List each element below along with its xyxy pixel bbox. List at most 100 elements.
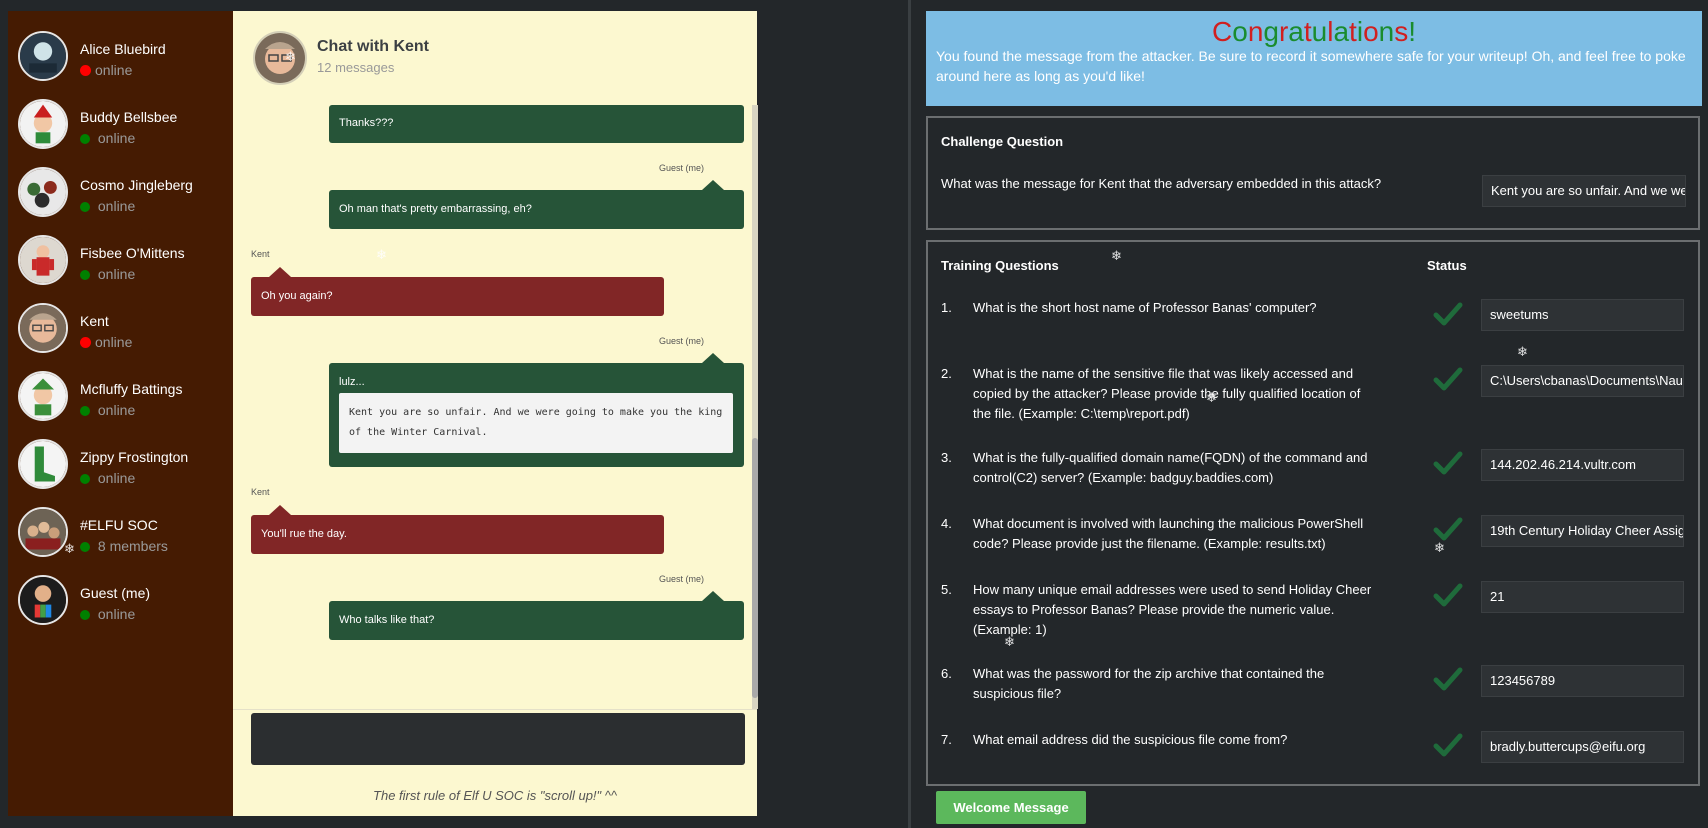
status-dot: [80, 474, 90, 484]
answer-field[interactable]: C:\Users\cbanas\Documents\Naughty_and_Ni…: [1481, 365, 1684, 397]
contact-status: 8 members: [80, 538, 168, 554]
question-number: 6.: [941, 666, 952, 681]
question-text: How many unique email addresses were use…: [973, 582, 1372, 637]
snowflake-icon: ❄: [1004, 634, 1015, 649]
chat-title: Chat with Kent: [317, 38, 429, 55]
answer-field[interactable]: sweetums: [1481, 299, 1684, 331]
avatar: [18, 371, 68, 421]
welcome-message-button[interactable]: Welcome Message: [936, 791, 1086, 824]
contact-name: Zippy Frostington: [80, 449, 189, 465]
answer-field[interactable]: 123456789: [1481, 665, 1684, 697]
congratulations-title: Congratulations!: [926, 15, 1702, 49]
contact-mcfluffy-battings[interactable]: Mcfluffy Battings online: [16, 363, 231, 425]
check-icon: [1433, 583, 1463, 607]
contact-list: Alice Bluebird online Buddy Bellsbee onl…: [8, 11, 233, 816]
contact-name: Fisbee O'Mittens: [80, 245, 185, 261]
answer-field[interactable]: 19th Century Holiday Cheer Assignment.do…: [1481, 515, 1684, 547]
congrats-letter: o: [1232, 16, 1248, 47]
contact-name: Cosmo Jingleberg: [80, 177, 193, 193]
status-dot: [80, 406, 90, 416]
answer-field[interactable]: 21: [1481, 581, 1684, 613]
contact-name: Alice Bluebird: [80, 41, 166, 57]
snowflake-icon: ❄: [1111, 248, 1122, 263]
bubble-tail: [702, 591, 724, 601]
kent-avatar: [253, 31, 307, 85]
contact-status: online: [80, 62, 132, 78]
contact-cosmo-jingleberg[interactable]: Cosmo Jingleberg online: [16, 159, 231, 221]
snowflake-icon: ❄: [285, 49, 296, 64]
status-dot: [80, 202, 90, 212]
contact-alice-bluebird[interactable]: Alice Bluebird online: [16, 23, 231, 85]
status-dot: [80, 270, 90, 280]
congrats-letter: n: [1378, 16, 1395, 47]
code-block: Kent you are so unfair. And we were goin…: [339, 393, 733, 453]
chat-frame: Alice Bluebird online Buddy Bellsbee onl…: [8, 11, 758, 816]
contact-status: online: [80, 606, 135, 622]
status-dot: [80, 337, 91, 348]
pane-divider[interactable]: [908, 0, 911, 828]
status-dot: [80, 542, 90, 552]
congrats-letter: g: [1263, 16, 1279, 47]
congrats-letter: n: [1247, 16, 1264, 47]
check-icon: [1433, 733, 1463, 757]
question-number: 5.: [941, 582, 952, 597]
bubble-tail: [269, 505, 291, 515]
message-text: Thanks???: [339, 117, 394, 129]
challenge-heading: Challenge Question: [941, 134, 1064, 149]
check-icon: [1433, 451, 1463, 475]
status-dot: [80, 65, 91, 76]
contact-elfu-soc[interactable]: #ELFU SOC 8 members: [16, 499, 231, 561]
challenge-question: What was the message for Kent that the a…: [941, 176, 1382, 191]
message-sender: Kent: [251, 487, 270, 497]
congratulations-banner: Congratulations! You found the message f…: [926, 11, 1702, 106]
contact-status: online: [80, 266, 135, 282]
question-text: What was the password for the zip archiv…: [973, 666, 1325, 701]
contact-name: Kent: [80, 313, 109, 329]
banner-text: You found the message from the attacker.…: [936, 48, 1686, 84]
contact-status: online: [80, 334, 132, 350]
message-count: 12 messages: [317, 60, 395, 75]
message-text: Oh man that's pretty embarrassing, eh?: [339, 203, 532, 215]
scrollbar-thumb[interactable]: [752, 438, 758, 698]
contact-buddy-bellsbee[interactable]: Buddy Bellsbee online: [16, 91, 231, 153]
congrats-letter: t: [1349, 16, 1357, 47]
message-bubble: You'll rue the day.: [251, 505, 664, 554]
footer-note: The first rule of Elf U SOC is "scroll u…: [373, 788, 617, 803]
answer-field[interactable]: bradly.buttercups@eifu.org: [1481, 731, 1684, 763]
bubble-tail: [269, 267, 291, 277]
training-heading: Training Questions: [941, 258, 1059, 273]
contact-guest-me[interactable]: Guest (me) online: [16, 567, 231, 629]
contact-kent[interactable]: Kent online: [16, 295, 231, 357]
status-dot: [80, 134, 90, 144]
challenge-answer-field[interactable]: Kent you are so unfair. And we were goin…: [1482, 175, 1686, 207]
challenge-panel: Challenge Question What was the message …: [926, 116, 1700, 230]
message-text: Oh you again?: [261, 290, 333, 302]
message-text: lulz...: [339, 376, 365, 388]
message-bubble: Oh you again?: [251, 267, 664, 316]
congrats-letter: t: [1303, 16, 1312, 47]
chat-scrollbar[interactable]: [752, 105, 758, 709]
congrats-letter: r: [1278, 16, 1289, 47]
message-sender: Guest (me): [658, 163, 704, 173]
bubble-tail: [702, 353, 724, 363]
message-bubble: lulz... Kent you are so unfair. And we w…: [329, 353, 744, 467]
congrats-letter: o: [1363, 16, 1379, 47]
contact-status: online: [80, 470, 135, 486]
message-text: You'll rue the day.: [261, 528, 347, 540]
message-input[interactable]: [251, 713, 745, 765]
contact-fisbee-omittens[interactable]: Fisbee O'Mittens online: [16, 227, 231, 289]
avatar: [18, 167, 68, 217]
avatar: [18, 507, 68, 557]
congrats-letter: a: [1333, 16, 1350, 47]
contact-zippy-frostington[interactable]: Zippy Frostington online: [16, 431, 231, 493]
question-text: What is the name of the sensitive file t…: [973, 366, 1361, 421]
chat-header: Chat with Kent 12 messages: [233, 11, 757, 106]
contact-status: online: [80, 198, 135, 214]
contact-name: #ELFU SOC: [80, 517, 158, 533]
answer-field[interactable]: 144.202.46.214.vultr.com: [1481, 449, 1684, 481]
message-sender: Guest (me): [658, 336, 704, 346]
message-text: Who talks like that?: [339, 614, 435, 626]
question-number: 7.: [941, 732, 952, 747]
question-number: 3.: [941, 450, 952, 465]
check-icon: [1433, 302, 1463, 326]
